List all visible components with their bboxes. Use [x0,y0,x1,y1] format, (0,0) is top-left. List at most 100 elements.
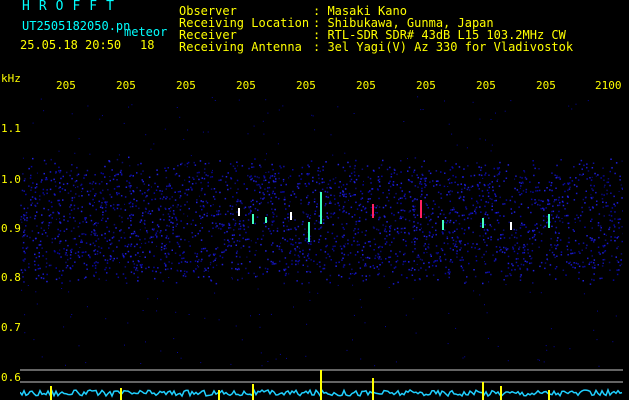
noise-dot [116,193,118,196]
noise-dot [383,275,385,278]
noise-dot [274,208,276,211]
noise-dot [374,257,376,260]
noise-dot [417,222,419,224]
noise-dot [74,252,77,254]
noise-dot [127,250,130,253]
noise-dot [497,178,499,180]
noise-dot [245,238,247,241]
noise-dot [389,180,391,183]
noise-dot [146,195,148,197]
noise-dot [524,245,526,248]
noise-dot [416,226,418,229]
noise-dot [65,364,66,366]
noise-dot [270,197,273,199]
noise-dot [65,266,68,269]
noise-dot [412,238,415,241]
noise-dot [429,181,431,183]
noise-dot [37,264,40,266]
noise-dot [94,234,96,236]
noise-dot [272,190,274,193]
noise-dot [260,166,262,168]
noise-dot [513,236,516,239]
noise-dot [191,183,194,185]
noise-dot [78,195,80,197]
noise-dot [556,239,558,242]
noise-dot [188,176,191,178]
noise-dot [30,174,32,177]
noise-dot [606,242,609,245]
noise-dot [317,170,319,172]
noise-dot [584,226,586,228]
noise-dot [419,258,422,261]
noise-dot [326,215,328,218]
noise-dot [270,232,272,235]
noise-dot [305,237,307,240]
noise-dot [94,195,96,197]
noise-dot [486,244,488,247]
noise-dot [464,229,466,231]
noise-dot [141,193,144,195]
noise-dot [572,229,574,231]
noise-dot [353,113,355,114]
noise-dot [459,242,462,245]
noise-dot [129,186,131,189]
noise-dot [91,231,93,233]
noise-dot [304,183,307,185]
noise-dot [542,226,545,229]
noise-dot [445,222,448,224]
noise-dot [94,223,96,225]
noise-dot [502,203,504,205]
noise-dot [380,250,382,253]
noise-dot [420,267,422,269]
noise-dot [36,202,39,205]
noise-dot [349,273,352,275]
noise-dot [198,171,200,174]
noise-dot [506,275,509,277]
noise-dot [266,190,269,193]
noise-dot [325,161,327,163]
noise-dot [71,197,74,199]
noise-dot [130,192,132,195]
noise-dot [461,256,463,259]
noise-dot [586,166,588,169]
noise-dot [532,229,534,232]
noise-dot [470,212,472,214]
noise-dot [482,195,484,197]
noise-dot [283,198,286,201]
noise-dot [83,174,86,177]
noise-dot [520,263,523,266]
noise-dot [390,225,392,227]
noise-dot [573,230,575,232]
noise-dot [40,181,42,183]
noise-dot [165,176,168,179]
noise-dot [479,235,481,237]
noise-dot [319,235,322,237]
noise-dot [315,254,317,256]
noise-dot [482,282,484,285]
noise-dot [479,294,481,296]
noise-dot [591,278,593,281]
noise-dot [510,100,512,102]
noise-dot [404,227,406,229]
noise-dot [461,227,463,230]
noise-dot [362,259,364,261]
noise-dot [57,235,59,238]
noise-dot [370,207,372,208]
noise-dot [260,352,262,354]
noise-dot [484,213,487,215]
noise-dot [180,238,182,241]
noise-dot [124,245,126,247]
noise-dot [593,273,595,275]
noise-dot [382,159,384,162]
noise-dot [308,165,310,168]
noise-dot [359,267,362,269]
noise-dot [61,274,63,276]
noise-dot [202,247,205,250]
noise-dot [498,173,500,175]
noise-dot [266,214,268,216]
noise-dot [337,163,340,166]
noise-dot [270,200,272,203]
noise-dot [522,264,525,266]
noise-dot [354,165,356,167]
noise-dot [297,254,300,257]
